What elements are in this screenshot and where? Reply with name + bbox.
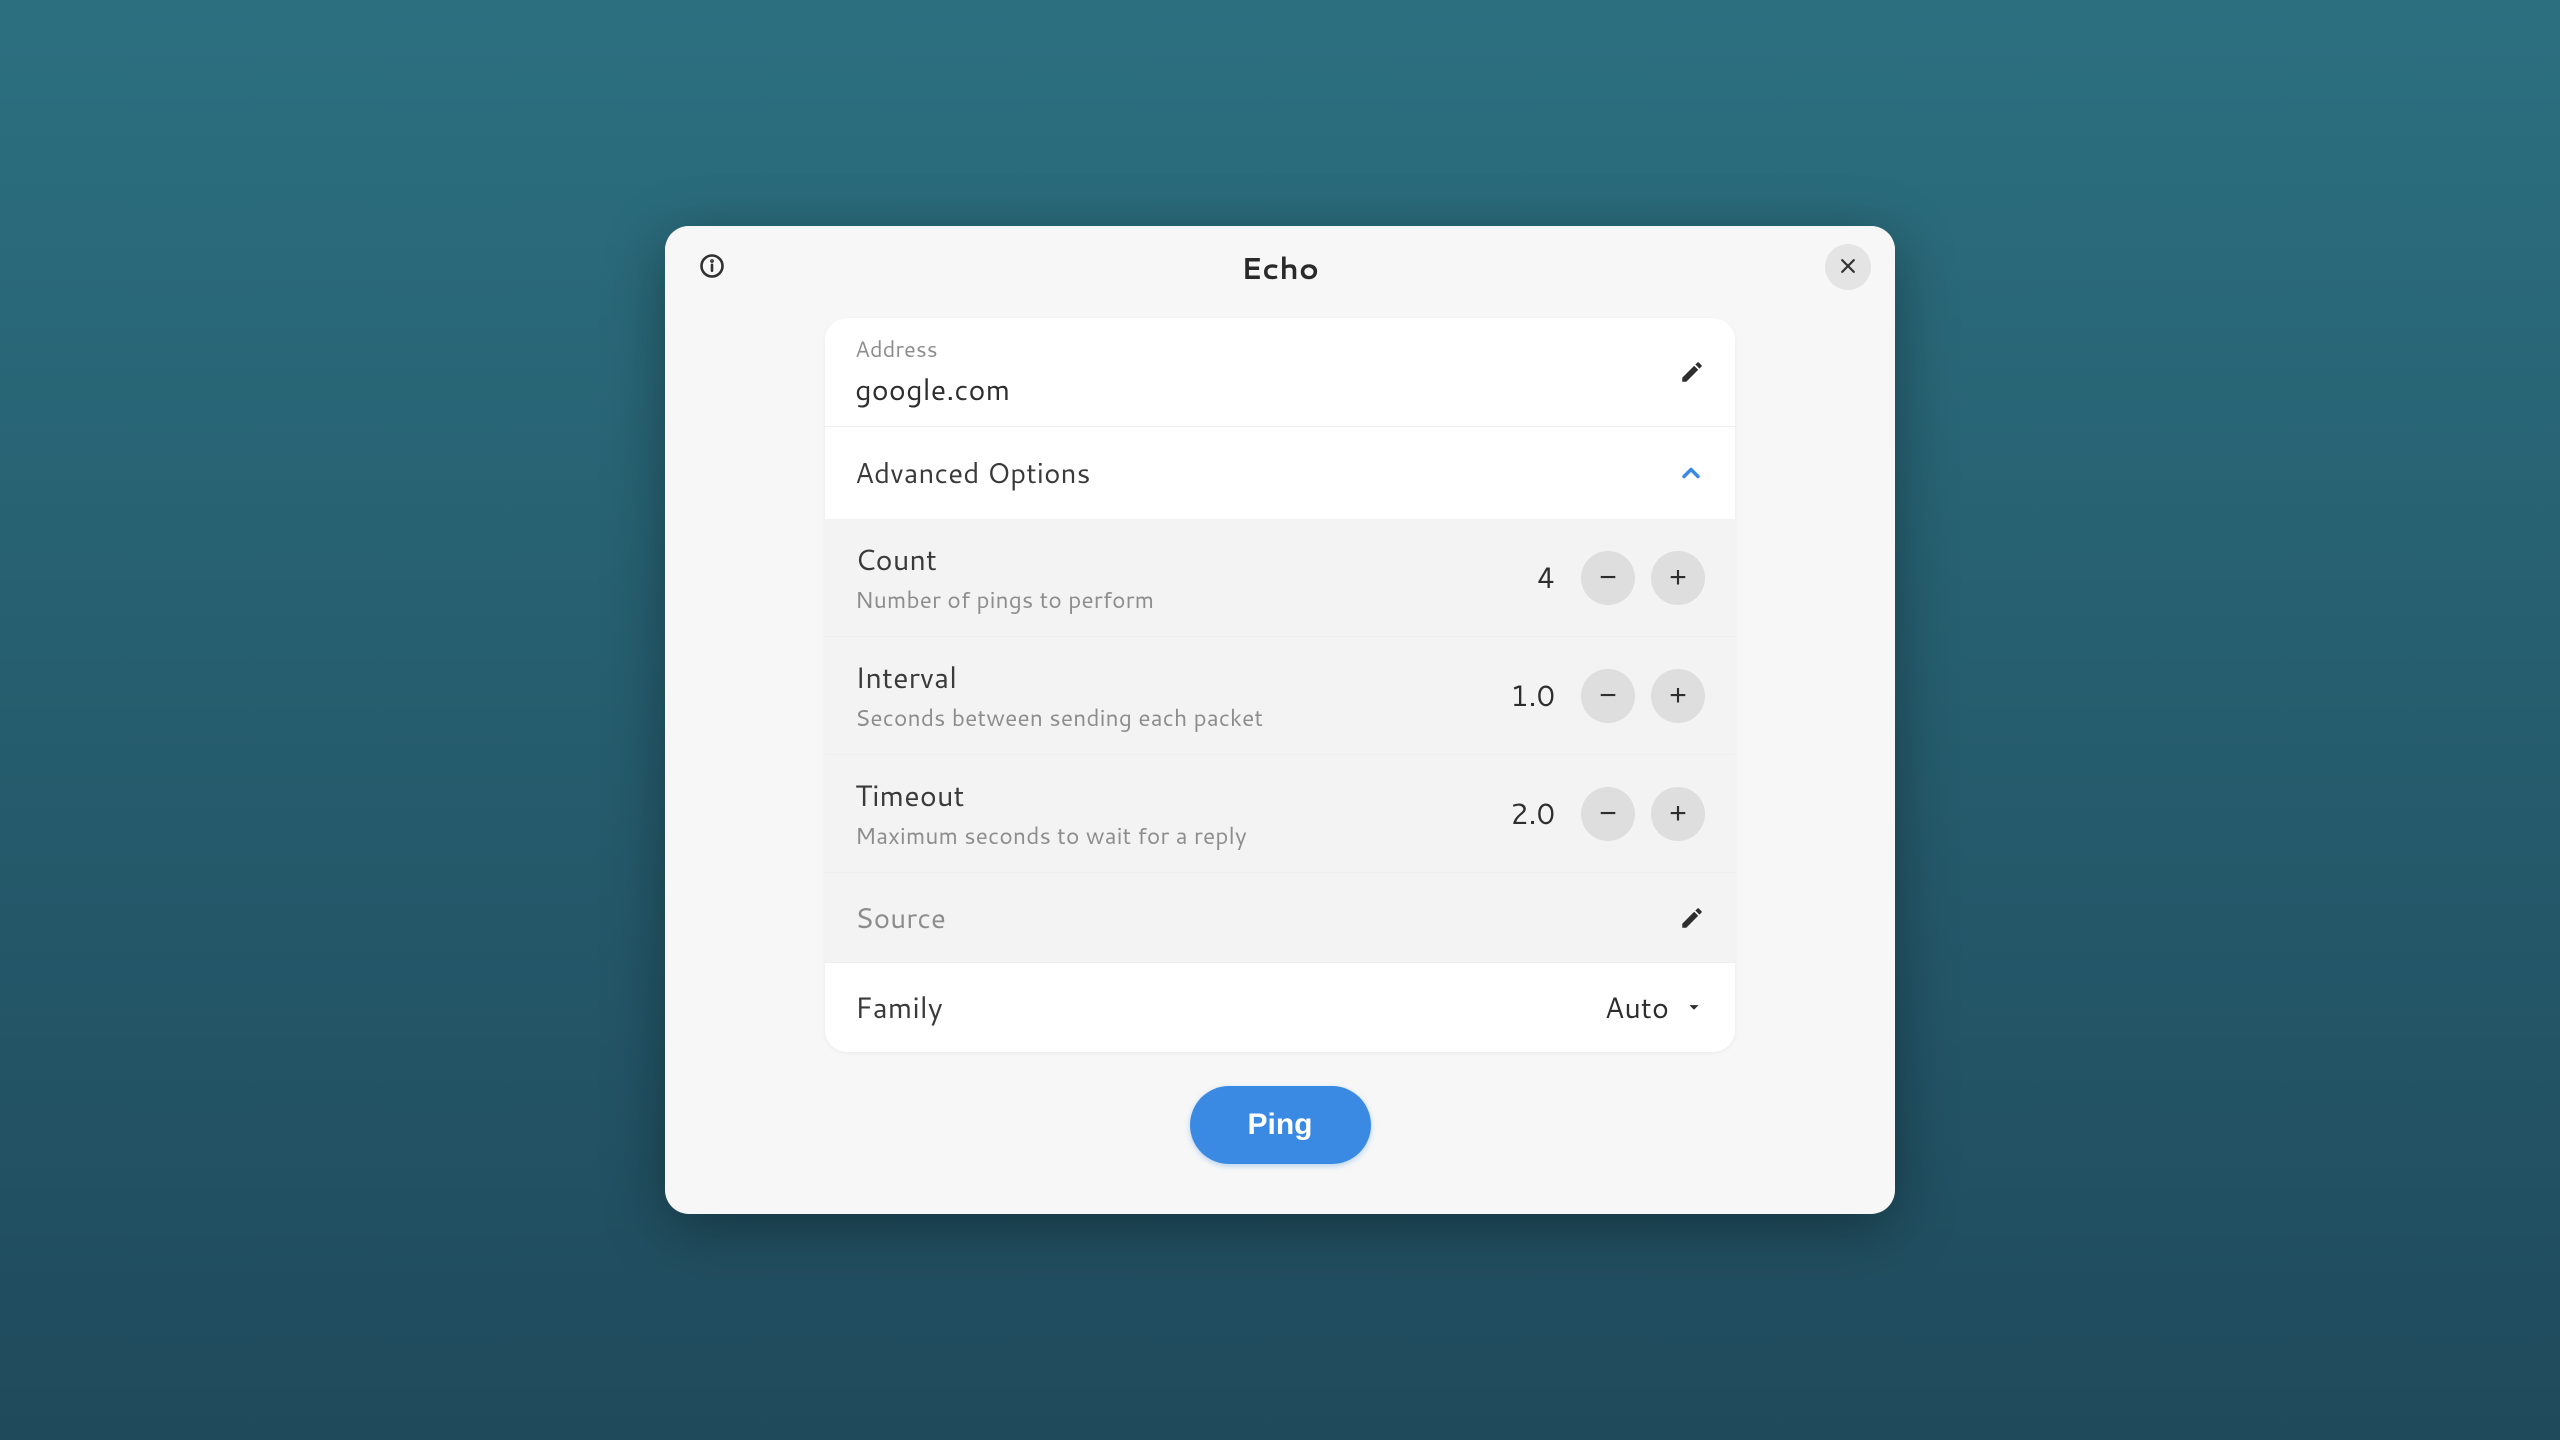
timeout-row: Timeout Maximum seconds to wait for a re… [825,754,1735,872]
dropdown-arrow-icon [1683,987,1705,1028]
about-button[interactable] [689,244,735,290]
family-dropdown[interactable]: Auto [1605,987,1705,1028]
count-increment-button[interactable]: + [1651,551,1705,605]
minus-icon: − [1599,679,1617,713]
pencil-icon[interactable] [1679,359,1705,385]
interval-value: 1.0 [1510,675,1555,716]
count-label: Count [855,539,1154,580]
interval-increment-button[interactable]: + [1651,669,1705,723]
minus-icon: − [1599,797,1617,831]
timeout-desc: Maximum seconds to wait for a reply [855,820,1247,852]
address-value: google.com [855,369,1010,410]
settings-card: Address google.com Advanced Options [825,318,1735,1052]
interval-label: Interval [855,657,1263,698]
app-window: Echo Address google.com [665,226,1895,1214]
timeout-value: 2.0 [1510,793,1555,834]
address-row[interactable]: Address google.com [825,318,1735,426]
advanced-options-toggle[interactable]: Advanced Options [825,426,1735,519]
timeout-stepper: 2.0 − + [1510,787,1705,841]
close-icon [1838,256,1858,279]
title-bar: Echo [665,226,1895,300]
close-button[interactable] [1825,244,1871,290]
plus-icon: + [1669,561,1687,595]
timeout-increment-button[interactable]: + [1651,787,1705,841]
family-label: Family [855,987,943,1028]
window-title: Echo [735,246,1825,289]
plus-icon: + [1669,679,1687,713]
count-desc: Number of pings to perform [855,584,1154,616]
timeout-decrement-button[interactable]: − [1581,787,1635,841]
advanced-options-label: Advanced Options [855,453,1091,493]
ping-button[interactable]: Ping [1190,1086,1371,1164]
interval-desc: Seconds between sending each packet [855,702,1263,734]
interval-stepper: 1.0 − + [1510,669,1705,723]
count-decrement-button[interactable]: − [1581,551,1635,605]
family-row[interactable]: Family Auto [825,962,1735,1052]
pencil-icon[interactable] [1679,905,1705,931]
advanced-section: Count Number of pings to perform 4 − + [825,519,1735,1052]
count-row: Count Number of pings to perform 4 − + [825,519,1735,636]
minus-icon: − [1599,561,1617,595]
family-value: Auto [1605,987,1669,1028]
address-labels: Address google.com [855,334,1010,410]
chevron-up-icon [1677,459,1705,487]
source-row[interactable]: Source [825,872,1735,962]
timeout-label: Timeout [855,775,1247,816]
address-label: Address [855,334,1010,365]
count-value: 4 [1537,557,1555,598]
interval-decrement-button[interactable]: − [1581,669,1635,723]
count-stepper: 4 − + [1537,551,1705,605]
source-label: Source [855,898,946,938]
info-icon [698,252,726,283]
window-body: Address google.com Advanced Options [665,300,1895,1214]
interval-row: Interval Seconds between sending each pa… [825,636,1735,754]
plus-icon: + [1669,797,1687,831]
